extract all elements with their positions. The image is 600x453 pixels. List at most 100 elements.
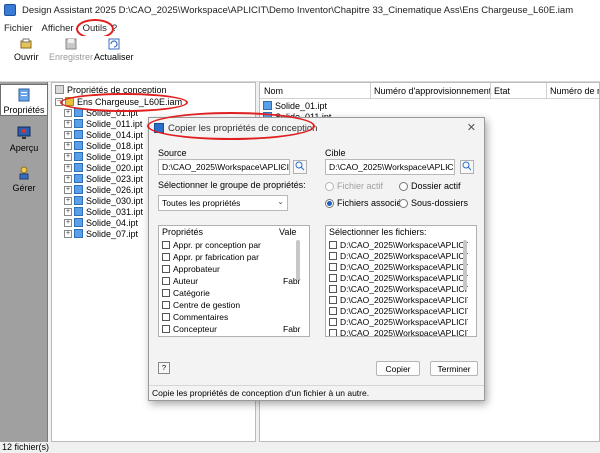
expand-icon[interactable]: + <box>64 229 72 238</box>
checkbox[interactable] <box>162 276 170 285</box>
checkbox[interactable] <box>162 264 170 273</box>
property-row[interactable]: Appr. pr fabrication par <box>162 251 302 262</box>
checkbox[interactable] <box>329 306 337 315</box>
checkbox[interactable] <box>329 295 337 304</box>
column-separator[interactable] <box>490 83 491 99</box>
refresh-button[interactable]: Actualiser <box>94 38 134 62</box>
list-item[interactable]: Solide_01.ipt <box>263 100 327 111</box>
value-column-header[interactable]: Vale <box>279 227 296 239</box>
expand-icon[interactable]: + <box>64 141 72 150</box>
column-separator[interactable] <box>370 83 371 99</box>
target-label: Cible <box>325 148 346 158</box>
copy-button[interactable]: Copier <box>376 361 420 376</box>
menu-view[interactable]: Afficher <box>42 23 74 34</box>
checkbox[interactable] <box>329 262 337 271</box>
checkbox[interactable] <box>329 284 337 293</box>
file-row[interactable]: D:\CAO_2025\Workspace\APLICIT <box>329 305 468 316</box>
file-path: D:\CAO_2025\Workspace\APLICIT <box>340 294 468 305</box>
file-row[interactable]: D:\CAO_2025\Workspace\APLICIT <box>329 283 468 294</box>
file-row[interactable]: D:\CAO_2025\Workspace\APLICIT <box>329 316 468 327</box>
column-separator[interactable] <box>546 83 547 99</box>
property-row[interactable]: Appr. pr conception par <box>162 239 302 250</box>
checkbox[interactable] <box>162 240 170 249</box>
tree-item-label: Solide_031.ipt <box>86 206 144 217</box>
nav-preview[interactable]: Aperçu <box>0 125 48 153</box>
target-browse-button[interactable] <box>460 160 474 174</box>
close-icon[interactable]: ✕ <box>467 121 476 134</box>
checkbox[interactable] <box>329 317 337 326</box>
expand-icon[interactable]: + <box>64 207 72 216</box>
checkbox[interactable] <box>162 312 170 321</box>
column-name[interactable]: Nom <box>264 86 283 96</box>
checkbox[interactable] <box>162 288 170 297</box>
expand-icon[interactable]: + <box>64 185 72 194</box>
expand-icon[interactable]: + <box>64 163 72 172</box>
checkbox[interactable] <box>162 300 170 309</box>
menu-tools[interactable]: Outils <box>75 18 114 39</box>
radio-active-folder[interactable]: Dossier actif <box>399 181 461 191</box>
finish-button[interactable]: Terminer <box>430 361 478 376</box>
checkbox[interactable] <box>162 324 170 333</box>
property-row[interactable]: Centre de gestion <box>162 299 302 310</box>
files-scrollbar[interactable] <box>463 240 467 290</box>
nav-manage-label: Gérer <box>12 183 36 193</box>
source-browse-button[interactable] <box>293 160 307 174</box>
target-path-combo[interactable]: D:\CAO_2025\Workspace\APLICIT ⌄ <box>325 159 455 175</box>
expand-icon[interactable]: + <box>64 174 72 183</box>
part-icon <box>74 152 83 161</box>
copy-properties-dialog: Copier les propriétés de conception ✕ So… <box>147 112 485 401</box>
file-row[interactable]: D:\CAO_2025\Workspace\APLICIT <box>329 250 468 261</box>
file-path: D:\CAO_2025\Workspace\APLICIT <box>340 272 468 283</box>
expand-icon[interactable]: + <box>64 130 72 139</box>
file-row[interactable]: D:\CAO_2025\Workspace\APLICIT <box>329 327 468 336</box>
radio-associated-files[interactable]: Fichiers associés <box>325 198 406 208</box>
part-icon <box>74 185 83 194</box>
help-icon[interactable]: ? <box>158 362 170 374</box>
checkbox[interactable] <box>162 252 170 261</box>
property-row[interactable]: Commentaires <box>162 311 302 322</box>
properties-column-header[interactable]: Propriétés <box>162 227 203 239</box>
radio-active-file[interactable]: Fichier actif <box>325 181 383 191</box>
chevron-down-icon: ⌄ <box>444 161 451 170</box>
property-row[interactable]: Auteur Fabr <box>162 275 302 286</box>
expand-icon[interactable]: + <box>64 152 72 161</box>
checkbox[interactable] <box>329 240 337 249</box>
save-button[interactable]: Enregistrer <box>49 38 93 62</box>
file-path: D:\CAO_2025\Workspace\APLICIT <box>340 305 468 316</box>
radio-dot <box>325 181 334 191</box>
tree-item-label: Solide_04.ipt <box>86 217 139 228</box>
column-revision[interactable]: Numéro de ré <box>550 86 599 96</box>
column-state[interactable]: Etat <box>494 86 510 96</box>
expand-icon[interactable]: + <box>64 119 72 128</box>
expand-icon[interactable]: + <box>64 218 72 227</box>
radio-subfolders[interactable]: Sous-dossiers <box>399 198 468 208</box>
group-combo[interactable]: Toutes les propriétés ⌄ <box>158 195 288 211</box>
status-bar: 12 fichier(s) <box>0 442 600 453</box>
property-row[interactable]: Catégorie <box>162 287 302 298</box>
checkbox[interactable] <box>329 273 337 282</box>
property-name: Commentaires <box>173 311 229 322</box>
file-row[interactable]: D:\CAO_2025\Workspace\APLICIT <box>329 272 468 283</box>
checkbox[interactable] <box>329 328 337 336</box>
save-icon <box>65 38 77 50</box>
property-name: Appr. pr conception par <box>173 239 261 250</box>
property-row[interactable]: Approbateur <box>162 263 302 274</box>
file-row[interactable]: D:\CAO_2025\Workspace\APLICIT <box>329 261 468 272</box>
property-row[interactable]: Concepteur Fabr <box>162 323 302 334</box>
file-row[interactable]: D:\CAO_2025\Workspace\APLICIT <box>329 294 468 305</box>
source-path-combo[interactable]: D:\CAO_2025\Workspace\APLICIT ⌄ <box>158 159 290 175</box>
column-supply-number[interactable]: Numéro d'approvisionnement <box>374 86 491 96</box>
properties-scrollbar[interactable] <box>296 240 300 280</box>
nav-properties[interactable]: Propriétés <box>0 84 48 116</box>
save-label: Enregistrer <box>49 52 94 62</box>
file-row[interactable]: D:\CAO_2025\Workspace\APLICIT <box>329 239 468 250</box>
expand-icon[interactable]: + <box>64 196 72 205</box>
radio-dot <box>325 198 334 208</box>
tree-item-label: Solide_026.ipt <box>86 184 144 195</box>
checkbox[interactable] <box>329 251 337 260</box>
open-button[interactable]: Ouvrir <box>14 38 39 62</box>
radio-dot <box>399 181 408 191</box>
expand-icon[interactable]: + <box>64 108 72 117</box>
nav-manage[interactable]: Gérer <box>0 165 48 193</box>
menu-file[interactable]: Fichier <box>4 23 33 34</box>
